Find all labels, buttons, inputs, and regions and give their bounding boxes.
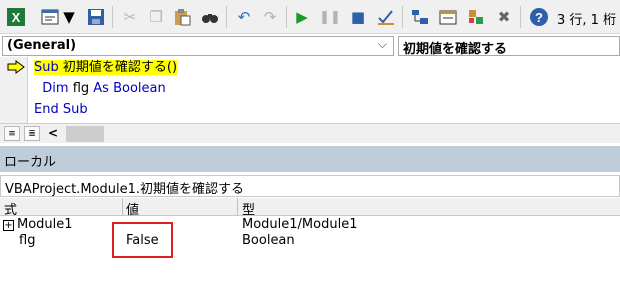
cursor-position: 3 行, 1 桁	[557, 13, 617, 28]
procedure-view-button[interactable]: ≡	[4, 126, 20, 141]
expand-plus-icon[interactable]: +	[3, 220, 14, 231]
procedure-combo[interactable]: 初期値を確認する	[398, 36, 620, 57]
code-view-bar: ≡ ≣ <	[0, 123, 620, 143]
toolbox-icon[interactable]: ✖	[492, 5, 516, 29]
standard-toolbar: X ▼ ✂ ❐ ↶ ↷ ▶ ❚❚ ■ ✖ ? 3 行, 1 桁	[0, 0, 620, 34]
undo-icon[interactable]: ↶	[232, 5, 256, 29]
paste-icon[interactable]	[170, 5, 194, 29]
keyword-dim: Dim	[42, 81, 69, 96]
code-line-2: Dim flg As Boolean	[34, 78, 177, 99]
header-value[interactable]: 値	[126, 199, 139, 218]
code-line-3: End Sub	[34, 99, 177, 120]
header-expression[interactable]: 式	[4, 199, 17, 218]
horizontal-scrollbar-thumb[interactable]	[66, 126, 104, 142]
svg-text:?: ?	[535, 10, 543, 25]
insert-module-icon[interactable]	[38, 5, 62, 29]
object-combo[interactable]: (General) ⌵	[2, 36, 394, 56]
properties-icon[interactable]	[436, 5, 460, 29]
keyword-sub: Sub	[34, 60, 59, 75]
save-icon[interactable]	[84, 5, 108, 29]
variable-name: flg	[68, 81, 94, 96]
code-editor[interactable]: Sub 初期値を確認する() Dim flg As Boolean End Sub	[34, 57, 178, 120]
excel-icon[interactable]: X	[4, 5, 28, 29]
chevron-down-icon[interactable]: ⌵	[378, 37, 387, 52]
locals-context: VBAProject.Module1.初期値を確認する	[0, 175, 620, 197]
code-line-1: Sub 初期値を確認する()	[34, 57, 178, 78]
execution-arrow-icon	[7, 60, 25, 78]
cut-icon[interactable]: ✂	[118, 5, 142, 29]
object-combo-value: (General)	[7, 38, 77, 53]
code-window: (General) ⌵ 初期値を確認する Sub 初期値を確認する() Dim …	[0, 35, 620, 143]
pause-icon[interactable]: ❚❚	[318, 5, 342, 29]
header-type[interactable]: 型	[242, 199, 255, 218]
full-module-view-button[interactable]: ≣	[24, 126, 40, 141]
design-mode-icon[interactable]	[374, 5, 398, 29]
locals-row[interactable]: flg False Boolean	[0, 233, 620, 250]
value-annotation-box	[112, 222, 173, 258]
keyword-end-sub: End Sub	[34, 102, 88, 117]
reset-icon[interactable]: ■	[346, 5, 370, 29]
find-icon[interactable]	[198, 5, 222, 29]
locals-row[interactable]: + Module1 Module1/Module1	[0, 217, 620, 234]
dropdown-arrow-icon[interactable]: ▼	[62, 5, 76, 29]
locals-header: 式 値 型	[0, 198, 620, 218]
run-icon[interactable]: ▶	[290, 5, 314, 29]
redo-icon[interactable]: ↷	[258, 5, 282, 29]
row-expression: Module1	[17, 217, 73, 232]
row-type: Boolean	[242, 233, 295, 248]
keyword-as-boolean: As Boolean	[93, 81, 166, 96]
object-browser-icon[interactable]	[464, 5, 488, 29]
locals-window-title: ローカル	[0, 146, 620, 172]
project-explorer-icon[interactable]	[408, 5, 432, 29]
procedure-declaration: 初期値を確認する()	[58, 60, 178, 75]
row-expression: flg	[19, 233, 36, 248]
svg-text:X: X	[12, 10, 21, 25]
copy-icon[interactable]: ❐	[144, 5, 168, 29]
current-statement-highlight: Sub 初期値を確認する()	[34, 60, 178, 75]
help-icon[interactable]: ?	[527, 5, 551, 29]
row-type: Module1/Module1	[242, 217, 358, 232]
procedure-combo-value: 初期値を確認する	[403, 42, 508, 57]
scroll-left-arrow-icon[interactable]: <	[48, 126, 58, 140]
